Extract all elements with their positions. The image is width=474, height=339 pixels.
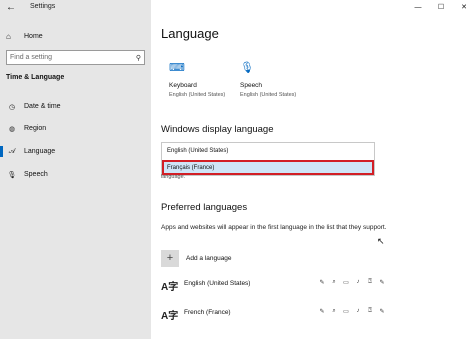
- keyboard-link-sub: English (United States): [169, 92, 226, 98]
- plus-icon: +: [161, 250, 179, 267]
- speech-link[interactable]: 🎙 Speech English (United States): [240, 61, 310, 98]
- spelling-icon: ✎: [379, 280, 385, 286]
- preferred-languages-heading: Preferred languages: [161, 202, 248, 213]
- add-language-button[interactable]: + Add a language: [161, 250, 232, 267]
- section-title: Time & Language: [6, 74, 65, 81]
- close-button[interactable]: ✕: [458, 2, 470, 14]
- nav-home-label: Home: [24, 32, 43, 40]
- language-row-french[interactable]: A字 French (France) ✎ ⌕ ▭ ♪ ⍰ ✎: [161, 306, 461, 326]
- text-to-speech-icon: ⌕: [332, 308, 336, 314]
- display-language-sub: language.: [161, 174, 186, 180]
- titlebar: ← Settings — ☐ ✕: [0, 0, 474, 17]
- speech-link-sub: English (United States): [240, 92, 297, 98]
- microphone-icon: 🎙: [240, 62, 254, 74]
- search-placeholder: Find a setting: [10, 54, 53, 61]
- dropdown-option[interactable]: English (United States): [162, 143, 374, 159]
- language-row-english[interactable]: A字 English (United States) ✎ ⌕ ▭ ♪ ⍰ ✎: [161, 277, 461, 297]
- speech-recognition-icon: ♪: [356, 279, 360, 285]
- sidebar-item-date-time[interactable]: ◷ Date & time: [0, 99, 151, 114]
- spelling-icon: ✎: [379, 309, 385, 315]
- sidebar-item-label: Date & time: [24, 103, 61, 110]
- nav-home[interactable]: ⌂ Home: [6, 29, 146, 43]
- sidebar-item-label: Region: [24, 125, 47, 132]
- keyboard-link-label: Keyboard: [169, 82, 197, 89]
- back-button[interactable]: ←: [4, 2, 18, 14]
- sidebar-item-label: Language: [24, 148, 56, 155]
- selection-bar: [0, 146, 3, 157]
- keyboard-feature-icon: ⍰: [368, 279, 372, 285]
- page-title: Language: [161, 26, 219, 41]
- keyboard-icon: ⌨: [169, 62, 185, 74]
- sidebar: ⌂ Home Find a setting ⚲ Time & Language …: [0, 0, 151, 339]
- minimize-button[interactable]: —: [412, 2, 424, 14]
- mouse-cursor-icon: ↖: [377, 236, 385, 246]
- handwriting-icon: ▭: [343, 280, 349, 286]
- preferred-languages-description: Apps and websites will appear in the fir…: [161, 224, 387, 231]
- selection-bar: [0, 169, 3, 180]
- selection-bar: [0, 101, 3, 112]
- keyboard-link[interactable]: ⌨ Keyboard English (United States): [169, 61, 239, 98]
- display-language-dropdown[interactable]: English (United States) Français (France…: [161, 142, 375, 176]
- language-icon: A字: [161, 311, 179, 322]
- calendar-clock-icon: ◷: [8, 103, 16, 111]
- maximize-button[interactable]: ☐: [435, 2, 447, 14]
- add-language-label: Add a language: [186, 255, 232, 262]
- sidebar-item-language[interactable]: 𝒜 Language: [0, 144, 151, 159]
- app-title: Settings: [30, 3, 56, 10]
- main-content: Language ⌨ Keyboard English (United Stat…: [151, 17, 474, 339]
- display-language-heading: Windows display language: [161, 124, 274, 135]
- home-icon: ⌂: [6, 31, 11, 41]
- selection-bar: [0, 123, 3, 134]
- search-icon: ⚲: [135, 54, 141, 62]
- handwriting-icon: ▭: [343, 309, 349, 315]
- language-icon: A字: [161, 282, 179, 293]
- language-row-label: French (France): [184, 309, 231, 316]
- sidebar-item-speech[interactable]: 🎙 Speech: [0, 167, 151, 182]
- microphone-icon: 🎙: [7, 171, 17, 179]
- language-icon: 𝒜: [8, 147, 16, 155]
- language-features: ✎ ⌕ ▭ ♪ ⍰ ✎: [318, 279, 386, 286]
- dropdown-option-selected[interactable]: Français (France): [162, 160, 374, 175]
- display-language-icon: ✎: [319, 280, 325, 286]
- settings-window: ⌂ Home Find a setting ⚲ Time & Language …: [0, 0, 474, 339]
- language-features: ✎ ⌕ ▭ ♪ ⍰ ✎: [318, 308, 386, 315]
- keyboard-feature-icon: ⍰: [368, 308, 372, 314]
- language-row-label: English (United States): [184, 280, 251, 287]
- sidebar-item-label: Speech: [24, 171, 48, 178]
- search-input[interactable]: Find a setting ⚲: [6, 50, 145, 65]
- speech-recognition-icon: ♪: [356, 308, 360, 314]
- sidebar-item-region[interactable]: ◍ Region: [0, 121, 151, 136]
- display-language-icon: ✎: [319, 309, 325, 315]
- speech-link-label: Speech: [240, 82, 263, 89]
- text-to-speech-icon: ⌕: [332, 279, 336, 285]
- globe-icon: ◍: [8, 125, 16, 133]
